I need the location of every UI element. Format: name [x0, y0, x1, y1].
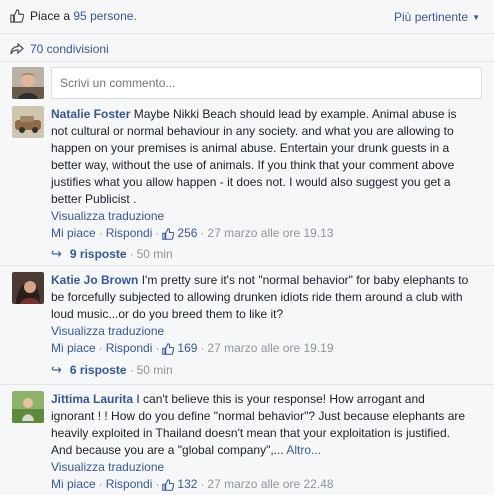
likes-text: Piace a 95 persone.	[30, 9, 137, 23]
thumbs-up-icon	[162, 478, 175, 491]
comment-item: Jittima Laurita I can't believe this is …	[12, 391, 482, 495]
reaction-count-link[interactable]: 256	[162, 225, 197, 242]
commenter-avatar[interactable]	[12, 391, 44, 423]
commenter-avatar[interactable]	[12, 272, 44, 304]
comment-body: Natalie Foster Maybe Nikki Beach should …	[51, 106, 469, 242]
comment-author-link[interactable]: Katie Jo Brown	[51, 273, 138, 287]
reply-comment-button[interactable]: Rispondi	[106, 476, 153, 493]
comment-actions: Mi piace · Rispondi · 169 · 27 marzo all…	[51, 340, 334, 357]
reply-arrow-icon: ↪	[51, 362, 62, 377]
likes-bar: Piace a 95 persone. Più pertinente ▼	[0, 0, 494, 34]
shares-count: 70 condivisioni	[30, 42, 109, 56]
reaction-count-link[interactable]: 132	[162, 476, 197, 493]
caret-down-icon: ▼	[472, 12, 480, 22]
comment-timestamp[interactable]: 27 marzo alle ore 22.48	[207, 476, 333, 493]
reply-comment-button[interactable]: Rispondi	[106, 340, 153, 357]
thumbs-up-icon	[10, 9, 24, 23]
comment-author-link[interactable]: Jittima Laurita	[51, 392, 133, 406]
comment-author-link[interactable]: Natalie Foster	[51, 107, 130, 121]
comment-timestamp[interactable]: 27 marzo alle ore 19.19	[207, 340, 333, 357]
comment-actions: Mi piace · Rispondi · 256 · 27 marzo all…	[51, 225, 334, 242]
comment-body: Katie Jo Brown I'm pretty sure it's not …	[51, 272, 469, 357]
likes-summary: Piace a 95 persone.	[10, 9, 137, 23]
thumbs-up-icon	[162, 342, 175, 355]
replies-toggle[interactable]: ↪ 9 risposte · 50 min	[51, 246, 173, 262]
sort-dropdown[interactable]: Più pertinente ▼	[394, 10, 480, 24]
reaction-count: 132	[177, 477, 198, 491]
comment-composer	[12, 67, 482, 101]
likes-prefix: Piace a	[30, 9, 71, 23]
see-translation-link[interactable]: Visualizza traduzione	[51, 323, 469, 340]
reaction-count-link[interactable]: 169	[162, 340, 197, 357]
replies-count: 9 risposte	[69, 247, 127, 261]
reaction-count: 256	[177, 226, 198, 240]
comment-actions: Mi piace · Rispondi · 132 · 27 marzo all…	[51, 476, 334, 493]
commenter-avatar[interactable]	[12, 106, 44, 138]
share-arrow-icon	[10, 43, 24, 55]
shares-bar: 70 condivisioni	[0, 34, 494, 62]
likes-count-link[interactable]: 95	[73, 9, 86, 23]
reaction-count: 169	[177, 341, 198, 355]
likes-people-link[interactable]: persone.	[90, 9, 137, 23]
sort-label: Più pertinente	[394, 10, 469, 24]
see-translation-link[interactable]: Visualizza traduzione	[51, 459, 469, 476]
shares-link[interactable]: 70 condivisioni	[10, 42, 109, 56]
thumbs-up-icon	[162, 227, 175, 240]
replies-time: 50 min	[136, 247, 173, 261]
comment-input[interactable]	[51, 67, 482, 99]
comment-body: Jittima Laurita I can't believe this is …	[51, 391, 469, 493]
divider	[0, 265, 494, 266]
current-user-avatar	[12, 67, 44, 99]
like-comment-button[interactable]: Mi piace	[51, 476, 96, 493]
reply-comment-button[interactable]: Rispondi	[106, 225, 153, 242]
comment-timestamp[interactable]: 27 marzo alle ore 19.13	[207, 225, 333, 242]
comment-item: Natalie Foster Maybe Nikki Beach should …	[12, 106, 482, 266]
comment-item: Katie Jo Brown I'm pretty sure it's not …	[12, 272, 482, 384]
see-more-link[interactable]: Altro...	[286, 443, 321, 457]
divider	[0, 384, 494, 385]
comment-text: Maybe Nikki Beach should lead by example…	[51, 107, 457, 206]
see-translation-link[interactable]: Visualizza traduzione	[51, 208, 469, 225]
replies-count: 6 risposte	[69, 363, 127, 377]
replies-toggle[interactable]: ↪ 6 risposte · 50 min	[51, 362, 173, 378]
reply-arrow-icon: ↪	[51, 246, 62, 261]
like-comment-button[interactable]: Mi piace	[51, 340, 96, 357]
like-comment-button[interactable]: Mi piace	[51, 225, 96, 242]
replies-time: 50 min	[136, 363, 173, 377]
